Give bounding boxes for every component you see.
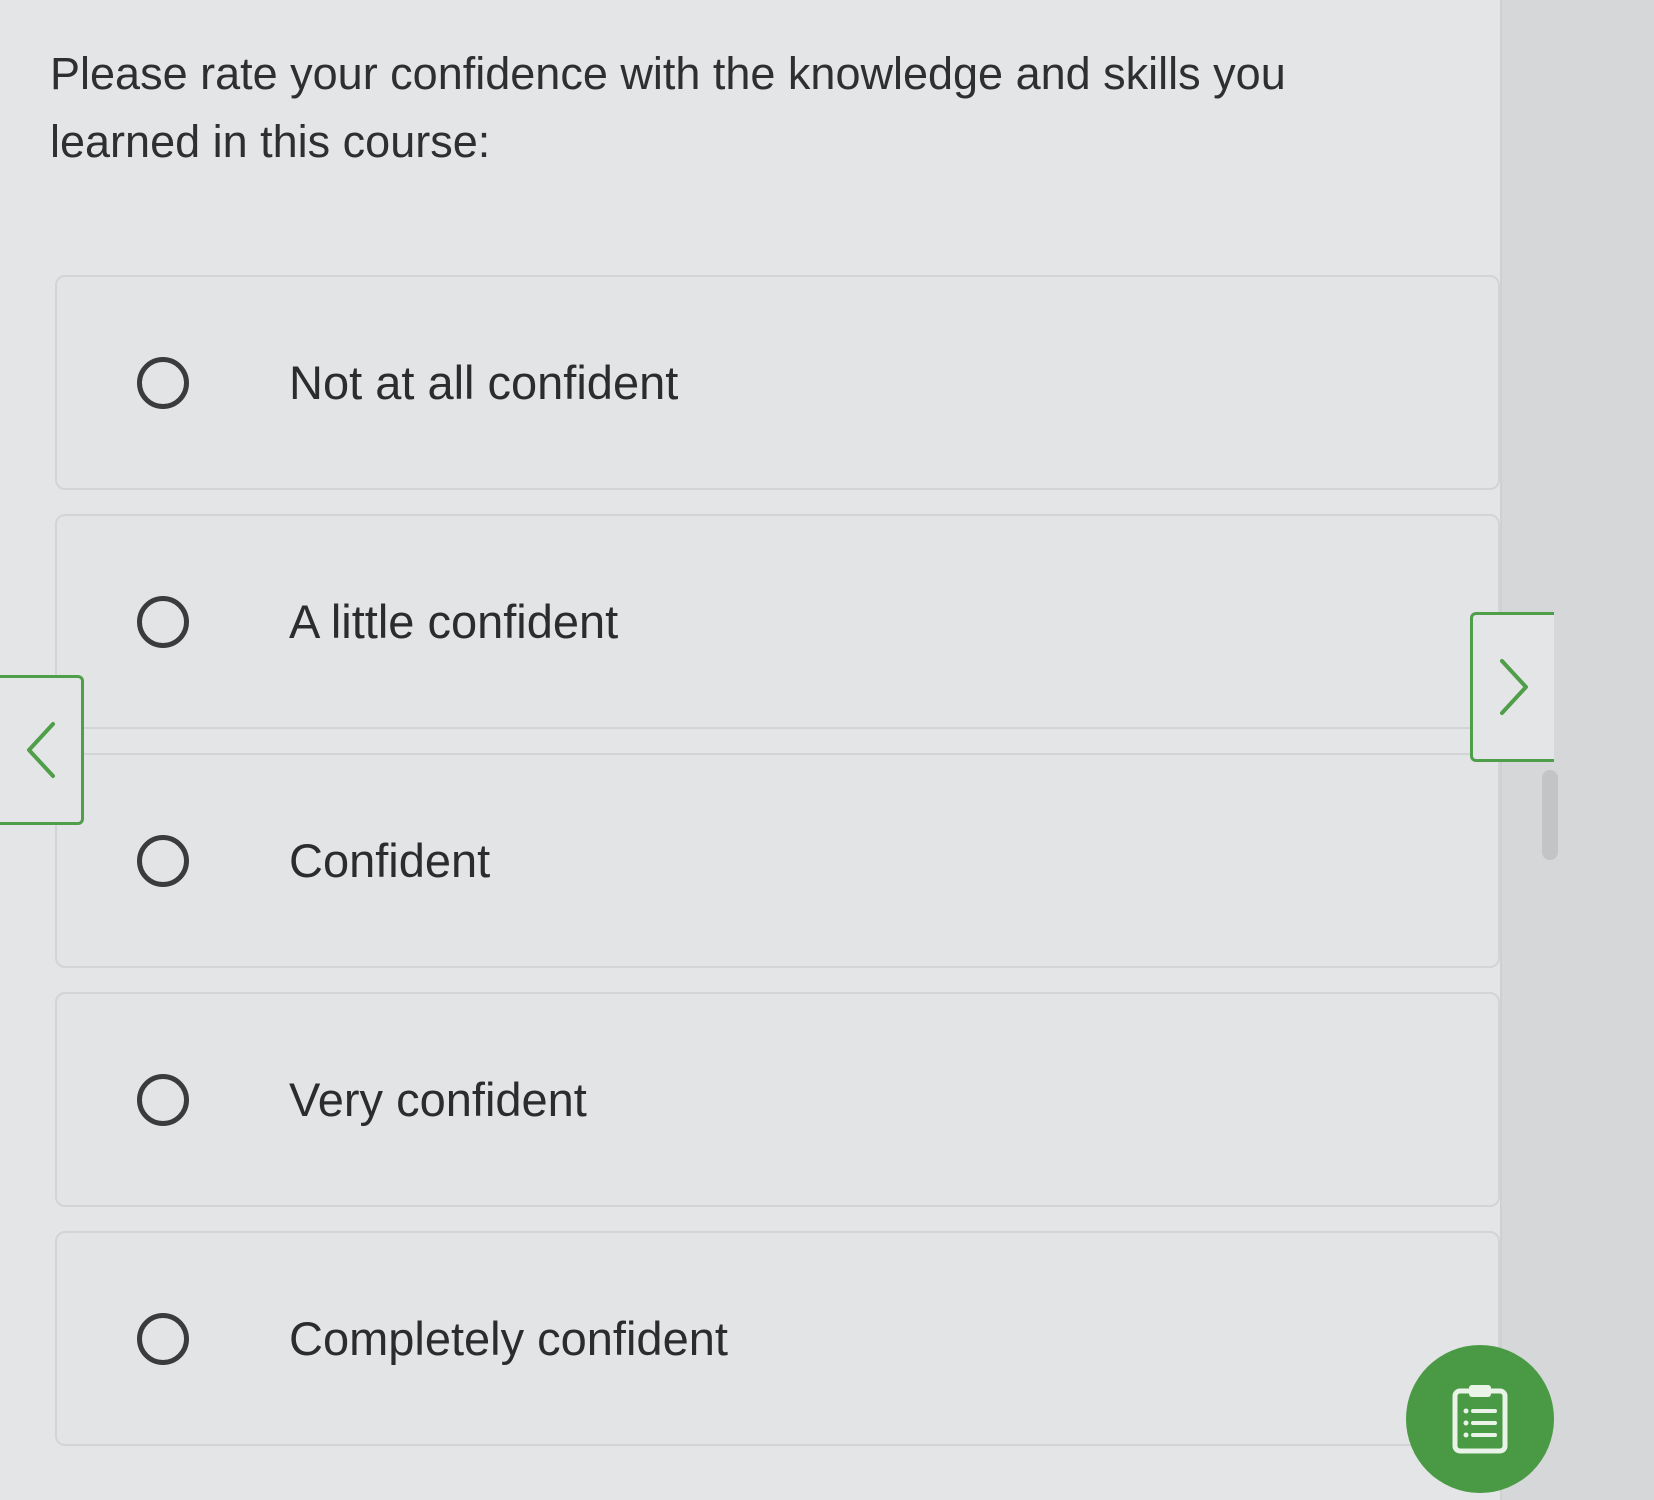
next-button[interactable] <box>1470 612 1554 762</box>
option-very-confident[interactable]: Very confident <box>55 992 1500 1207</box>
radio-button[interactable] <box>137 834 189 887</box>
chevron-right-icon <box>1499 659 1528 715</box>
option-a-little-confident[interactable]: A little confident <box>55 514 1500 729</box>
option-not-at-all-confident[interactable]: Not at all confident <box>55 275 1500 490</box>
radio-button[interactable] <box>137 595 189 648</box>
option-label: A little confident <box>289 595 619 648</box>
scrollbar-thumb[interactable] <box>1542 770 1558 860</box>
option-label: Completely confident <box>289 1312 728 1365</box>
previous-button[interactable] <box>0 675 84 825</box>
answer-options: Not at all confident A little confident … <box>55 275 1500 1470</box>
survey-panel: Please rate your confidence with the kno… <box>0 0 1500 1500</box>
option-label: Not at all confident <box>289 356 679 409</box>
clipboard-list-icon <box>1452 1385 1508 1454</box>
option-label: Confident <box>289 834 491 887</box>
question-text: Please rate your confidence with the kno… <box>50 48 1286 167</box>
clipboard-fab-button[interactable] <box>1406 1345 1554 1493</box>
radio-button[interactable] <box>137 356 189 409</box>
chevron-left-icon <box>26 722 55 778</box>
option-confident[interactable]: Confident <box>55 753 1500 968</box>
radio-button[interactable] <box>137 1073 189 1126</box>
radio-button[interactable] <box>137 1312 189 1365</box>
option-label: Very confident <box>289 1073 587 1126</box>
option-completely-confident[interactable]: Completely confident <box>55 1231 1500 1446</box>
